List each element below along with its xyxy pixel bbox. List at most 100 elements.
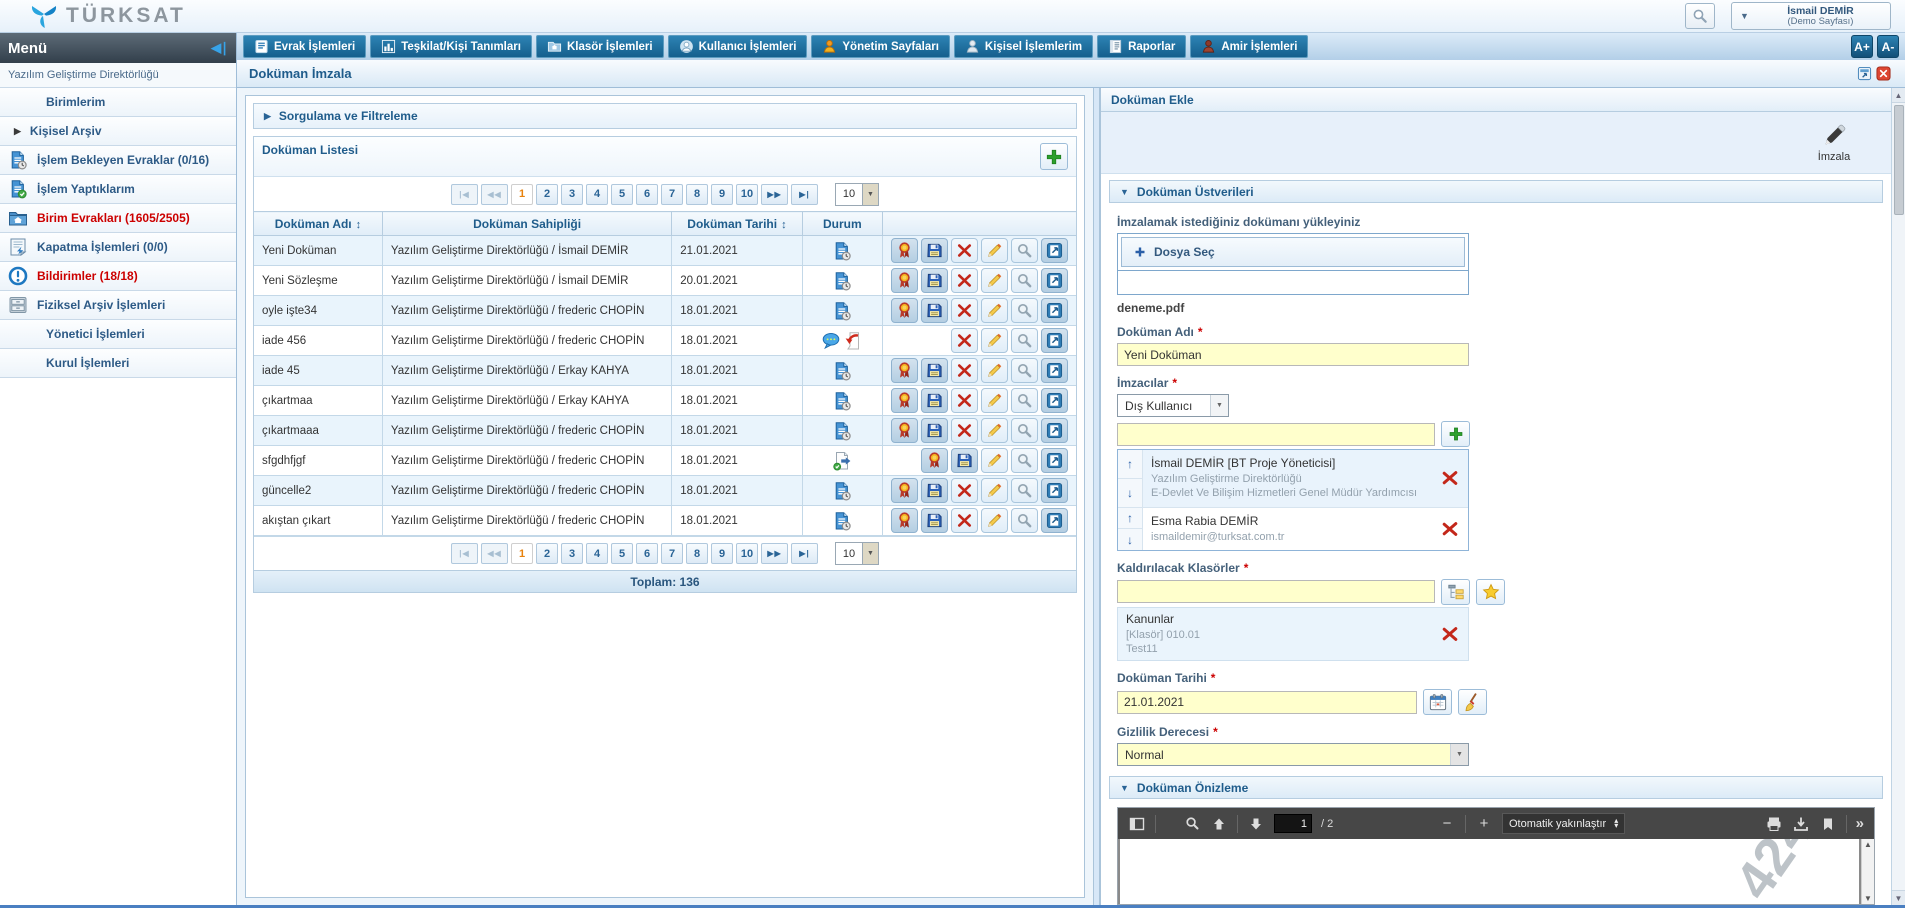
sidebar-item-i-lem-yapt-klar-m[interactable]: İşlem Yaptıklarım [0, 175, 236, 204]
user-menu[interactable]: ▼ İsmail DEMİR (Demo Sayfası) [1731, 2, 1891, 30]
move-up-button[interactable]: ↑ [1118, 450, 1142, 479]
page-button-4[interactable]: 4 [586, 543, 608, 564]
sidebar-item-kapatma-i-lemleri-0-0[interactable]: Kapatma İşlemleri (0/0) [0, 233, 236, 262]
table-row[interactable]: oyle işte34Yazılım Geliştirme Direktörlü… [254, 296, 1076, 326]
add-signer-button[interactable] [1441, 421, 1470, 447]
table-row[interactable]: sfgdhfjgfYazılım Geliştirme Direktörlüğü… [254, 446, 1076, 476]
filter-accordion[interactable]: ▶ Sorgulama ve Filtreleme [253, 103, 1077, 129]
delete-button[interactable] [951, 328, 978, 353]
sign-button[interactable] [891, 478, 918, 503]
tab-ki-isel-i-lemlerim[interactable]: Kişisel İşlemlerim [954, 35, 1093, 58]
first-page-button[interactable]: |◀ [451, 184, 478, 205]
tab-te-kilat-ki-i-tan-mlar[interactable]: Teşkilat/Kişi Tanımları [370, 35, 532, 58]
page-button-2[interactable]: 2 [536, 184, 558, 205]
table-row[interactable]: çıkartmaaaYazılım Geliştirme Direktörlüğ… [254, 416, 1076, 446]
view-button[interactable] [1011, 448, 1038, 473]
pdf-zoom-out-icon[interactable]: − [1438, 815, 1456, 832]
sign-button[interactable] [891, 508, 918, 533]
edit-button[interactable] [981, 508, 1008, 533]
folder-search-input[interactable] [1117, 580, 1435, 603]
edit-button[interactable] [981, 298, 1008, 323]
scroll-up-icon[interactable]: ▲ [1864, 840, 1872, 849]
next-page-button[interactable]: ▶▶ [761, 543, 788, 564]
scrollbar-thumb[interactable] [1894, 105, 1904, 215]
share-button[interactable] [1041, 298, 1068, 323]
delete-button[interactable] [951, 358, 978, 383]
page-button-3[interactable]: 3 [561, 543, 583, 564]
page-button-5[interactable]: 5 [611, 543, 633, 564]
page-button-8[interactable]: 8 [686, 543, 708, 564]
page-button-4[interactable]: 4 [586, 184, 608, 205]
page-button-7[interactable]: 7 [661, 543, 683, 564]
page-size-select[interactable]: 10▼ [835, 542, 879, 565]
prev-page-button[interactable]: ◀◀ [481, 543, 508, 564]
table-row[interactable]: akıştan çıkartYazılım Geliştirme Direktö… [254, 506, 1076, 536]
view-button[interactable] [1011, 478, 1038, 503]
edit-button[interactable] [981, 358, 1008, 383]
metadata-section-header[interactable]: ▼ Doküman Üstverileri [1109, 180, 1883, 203]
tab-kullan-c-i-lemleri[interactable]: Kullanıcı İşlemleri [668, 35, 808, 58]
page-button-10[interactable]: 10 [736, 184, 758, 205]
save-button[interactable] [951, 448, 978, 473]
vertical-scrollbar[interactable]: ▲ ▼ [1891, 88, 1905, 905]
next-page-button[interactable]: ▶▶ [761, 184, 788, 205]
popout-window-icon[interactable] [1857, 66, 1872, 81]
sidebar-item-birimlerim[interactable]: Birimlerim [0, 88, 236, 117]
sidebar-item-bildirimler-18-18[interactable]: Bildirimler (18/18) [0, 262, 236, 291]
page-button-3[interactable]: 3 [561, 184, 583, 205]
add-document-button[interactable] [1040, 143, 1068, 170]
pdf-page-up-icon[interactable] [1210, 817, 1228, 831]
sign-button[interactable] [891, 388, 918, 413]
clear-date-button[interactable] [1458, 689, 1487, 715]
file-select-button[interactable]: Dosya Seç [1121, 237, 1465, 267]
pdf-page-input[interactable]: 1 [1274, 814, 1312, 833]
sidebar-item-i-lem-bekleyen-evraklar-0-16[interactable]: İşlem Bekleyen Evraklar (0/16) [0, 146, 236, 175]
sidebar-item-fiziksel-ar-iv-i-lemleri[interactable]: Fiziksel Arşiv İşlemleri [0, 291, 236, 320]
save-button[interactable] [921, 388, 948, 413]
pdf-sidebar-toggle-icon[interactable] [1128, 816, 1146, 832]
calendar-button[interactable] [1423, 689, 1452, 715]
pdf-download-icon[interactable] [1792, 816, 1810, 832]
share-button[interactable] [1041, 358, 1068, 383]
page-button-8[interactable]: 8 [686, 184, 708, 205]
tab-raporlar[interactable]: Raporlar [1097, 35, 1186, 58]
last-page-button[interactable]: ▶| [791, 543, 818, 564]
pdf-zoom-select[interactable]: Otomatik yakınlaştır ▴▾ [1502, 813, 1625, 834]
edit-button[interactable] [981, 418, 1008, 443]
remove-signer-button[interactable] [1432, 450, 1468, 507]
first-page-button[interactable]: |◀ [451, 543, 478, 564]
share-button[interactable] [1041, 418, 1068, 443]
save-button[interactable] [921, 478, 948, 503]
delete-button[interactable] [951, 298, 978, 323]
edit-button[interactable] [981, 448, 1008, 473]
page-button-1[interactable]: 1 [511, 184, 533, 205]
share-button[interactable] [1041, 478, 1068, 503]
table-row[interactable]: çıkartmaaYazılım Geliştirme Direktörlüğü… [254, 386, 1076, 416]
delete-button[interactable] [951, 478, 978, 503]
save-button[interactable] [921, 508, 948, 533]
page-button-2[interactable]: 2 [536, 543, 558, 564]
remove-folder-button[interactable] [1432, 612, 1468, 657]
view-button[interactable] [1011, 358, 1038, 383]
page-button-7[interactable]: 7 [661, 184, 683, 205]
table-row[interactable]: Yeni SözleşmeYazılım Geliştirme Direktör… [254, 266, 1076, 296]
table-row[interactable]: Yeni DokümanYazılım Geliştirme Direktörl… [254, 236, 1076, 266]
sidebar-item-kurul-i-lemleri[interactable]: Kurul İşlemleri [0, 349, 236, 378]
folder-tree-button[interactable] [1441, 579, 1470, 605]
column-header-dok-man-ad[interactable]: Doküman Adı↕ [254, 212, 382, 236]
save-button[interactable] [921, 418, 948, 443]
save-button[interactable] [921, 268, 948, 293]
tab-y-netim-sayfalar[interactable]: Yönetim Sayfaları [811, 35, 950, 58]
pdf-more-tools-icon[interactable]: » [1856, 815, 1864, 832]
view-button[interactable] [1011, 418, 1038, 443]
sign-button[interactable] [891, 268, 918, 293]
signer-search-input[interactable] [1117, 423, 1435, 446]
collapse-menu-icon[interactable]: ◀❘ [211, 40, 228, 56]
tab-evrak-i-lemleri[interactable]: Evrak İşlemleri [243, 35, 366, 58]
close-icon[interactable] [1876, 66, 1891, 81]
save-button[interactable] [921, 298, 948, 323]
doc-name-input[interactable] [1117, 343, 1469, 366]
doc-date-input[interactable] [1117, 691, 1417, 714]
share-button[interactable] [1041, 328, 1068, 353]
page-button-6[interactable]: 6 [636, 543, 658, 564]
